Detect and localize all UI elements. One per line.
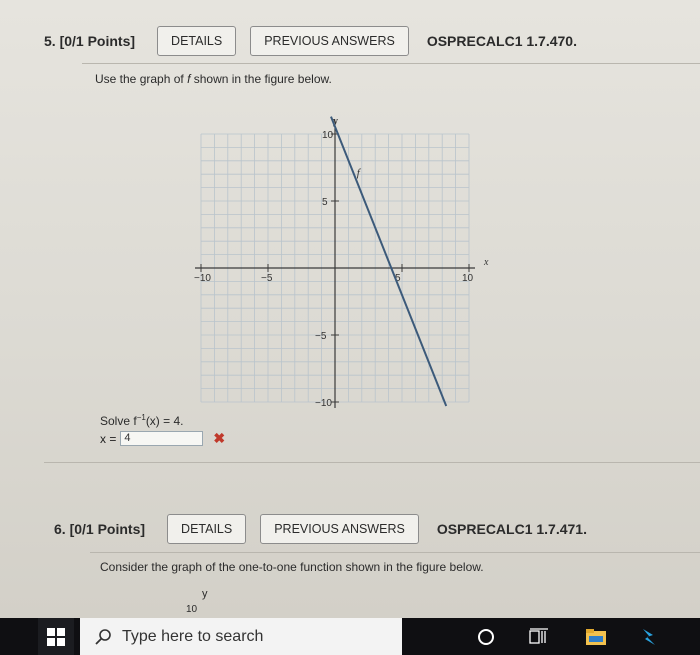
previous-answers-button[interactable]: PREVIOUS ANSWERS bbox=[260, 514, 419, 544]
taskbar-search-box[interactable]: Type here to search bbox=[80, 618, 402, 655]
question-6-title: 6. [0/1 Points] bbox=[54, 521, 146, 537]
graph-axes: xy bbox=[195, 116, 489, 408]
x-tick-label: −10 bbox=[194, 273, 211, 284]
y-tick-label: 5 bbox=[322, 197, 328, 208]
task-view-icon[interactable] bbox=[526, 618, 552, 655]
graph-y-axis-label: y bbox=[202, 588, 208, 600]
y-tick-label: −10 bbox=[315, 398, 332, 409]
y-tick-label: 10 bbox=[322, 130, 334, 141]
y-tick-label: −5 bbox=[315, 331, 327, 342]
answer-label: x = bbox=[100, 431, 117, 446]
answer-input[interactable]: 4 bbox=[120, 431, 204, 446]
search-icon bbox=[95, 628, 111, 645]
previous-answers-button[interactable]: PREVIOUS ANSWERS bbox=[250, 26, 409, 56]
cortana-icon[interactable] bbox=[474, 618, 498, 655]
search-placeholder: Type here to search bbox=[122, 627, 264, 645]
details-button[interactable]: DETAILS bbox=[157, 26, 237, 56]
divider bbox=[44, 462, 700, 463]
question-5-header: 5. [0/1 Points] DETAILS PREVIOUS ANSWERS… bbox=[44, 20, 577, 62]
question-5-prompt: Use the graph of f shown in the figure b… bbox=[95, 72, 332, 86]
details-button[interactable]: DETAILS bbox=[167, 514, 247, 544]
x-tick-label: −5 bbox=[261, 273, 273, 284]
incorrect-icon: ✖ bbox=[213, 430, 226, 446]
graph-y-tick-label: 10 bbox=[186, 604, 198, 615]
question-6-header: 6. [0/1 Points] DETAILS PREVIOUS ANSWERS… bbox=[54, 508, 587, 550]
answer-row: x = 4 ✖ bbox=[100, 430, 225, 447]
solve-instruction: Solve f−1(x) = 4. bbox=[100, 413, 184, 428]
question-reference: OSPRECALC1 1.7.471. bbox=[436, 521, 587, 537]
divider bbox=[90, 552, 700, 553]
series-label-f: f bbox=[357, 167, 362, 179]
file-explorer-icon[interactable] bbox=[582, 618, 610, 655]
question-5-title: 5. [0/1 Points] bbox=[44, 33, 136, 49]
function-graph: xy −10 −5 5 10105−5−10 f bbox=[194, 116, 489, 409]
divider bbox=[82, 63, 700, 64]
x-tick-label: 10 bbox=[462, 273, 474, 284]
question-reference: OSPRECALC1 1.7.470. bbox=[426, 33, 577, 49]
x-axis-label: x bbox=[483, 257, 489, 268]
taskbar: Type here to search bbox=[0, 618, 700, 655]
windows-start-icon[interactable] bbox=[38, 618, 74, 655]
app-icon[interactable] bbox=[636, 618, 662, 655]
question-6-prompt: Consider the graph of the one-to-one fun… bbox=[100, 560, 484, 574]
